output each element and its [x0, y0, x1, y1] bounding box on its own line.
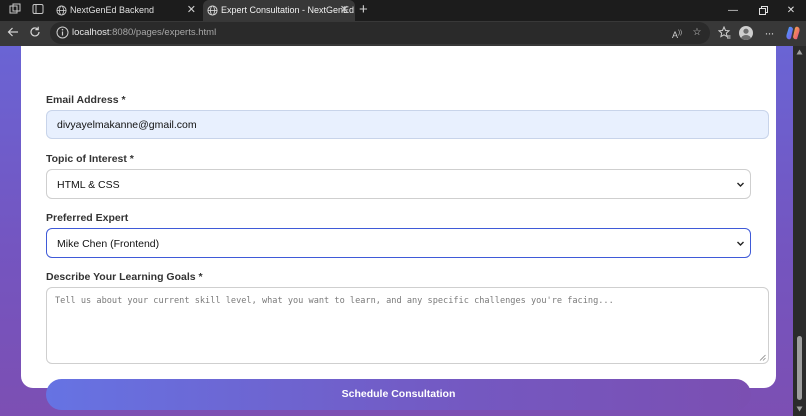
minimize-icon[interactable]: — — [718, 0, 748, 21]
close-icon[interactable]: ✕ — [340, 0, 349, 21]
info-icon[interactable] — [56, 26, 69, 39]
schedule-consultation-button[interactable]: Schedule Consultation — [46, 379, 751, 410]
email-value: divyayelmakanne@gmail.com — [57, 119, 197, 131]
copilot-icon[interactable] — [785, 25, 801, 41]
tab-expert-consultation[interactable]: Expert Consultation - NextGenEd ✕ — [203, 0, 355, 21]
scroll-down-icon[interactable] — [796, 406, 803, 412]
expert-value: Mike Chen (Frontend) — [57, 238, 160, 250]
chevron-down-icon — [737, 182, 744, 187]
scrollbar-thumb[interactable] — [797, 336, 802, 400]
address-bar[interactable]: localhost:8080/pages/experts.html A)) ☆ — [50, 22, 710, 44]
refresh-icon[interactable] — [28, 26, 42, 40]
globe-icon — [56, 5, 67, 16]
close-window-icon[interactable]: ✕ — [776, 0, 806, 21]
favorite-icon[interactable]: ☆ — [690, 26, 704, 40]
read-aloud-icon[interactable]: A)) — [670, 26, 684, 40]
tab-bar: NextGenEd Backend ✕ Expert Consultation … — [0, 0, 806, 21]
workspaces-icon[interactable] — [8, 3, 22, 17]
close-icon[interactable]: ✕ — [187, 0, 196, 21]
more-icon[interactable]: ··· — [762, 26, 776, 40]
back-icon[interactable] — [6, 26, 20, 40]
tab-title: Expert Consultation - NextGenEd — [221, 5, 355, 15]
email-label: Email Address * — [46, 94, 126, 106]
email-field[interactable]: divyayelmakanne@gmail.com — [46, 110, 769, 139]
favorites-icon[interactable] — [717, 25, 731, 40]
expert-label: Preferred Expert — [46, 212, 129, 224]
goals-placeholder: Tell us about your current skill level, … — [55, 296, 614, 306]
page-viewport: Email Address * divyayelmakanne@gmail.co… — [0, 46, 793, 416]
browser-toolbar: localhost:8080/pages/experts.html A)) ☆ … — [0, 21, 806, 46]
tab-nextgened-backend[interactable]: NextGenEd Backend ✕ — [52, 0, 202, 21]
globe-icon — [207, 5, 218, 16]
resize-grip-icon[interactable] — [759, 354, 766, 361]
page-scrollbar[interactable] — [793, 46, 806, 416]
chevron-down-icon — [737, 241, 744, 246]
topic-value: HTML & CSS — [57, 179, 120, 191]
topic-select[interactable]: HTML & CSS — [46, 169, 751, 199]
scroll-up-icon[interactable] — [796, 49, 803, 55]
new-tab-icon[interactable]: + — [359, 1, 368, 19]
tab-title: NextGenEd Backend — [70, 5, 155, 15]
goals-textarea[interactable]: Tell us about your current skill level, … — [46, 287, 769, 364]
tab-actions-icon[interactable] — [31, 3, 45, 17]
goals-label: Describe Your Learning Goals * — [46, 271, 203, 283]
expert-select[interactable]: Mike Chen (Frontend) — [46, 228, 751, 258]
consultation-form-card: Email Address * divyayelmakanne@gmail.co… — [21, 46, 776, 410]
profile-avatar[interactable] — [739, 26, 753, 40]
url-text[interactable]: localhost:8080/pages/experts.html — [72, 22, 216, 44]
url-host: localhost — [72, 27, 110, 38]
url-path: :8080/pages/experts.html — [109, 27, 217, 38]
topic-label: Topic of Interest * — [46, 153, 134, 165]
restore-icon[interactable] — [748, 0, 778, 21]
